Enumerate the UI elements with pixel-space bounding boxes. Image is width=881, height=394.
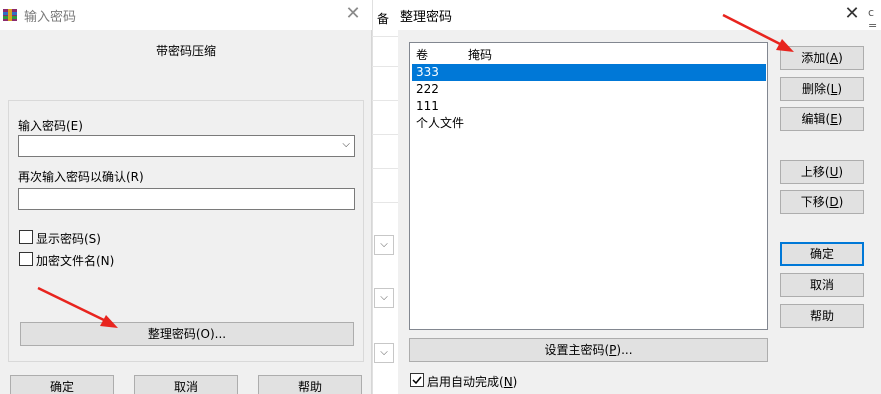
annotation-arrow-add bbox=[722, 13, 794, 52]
